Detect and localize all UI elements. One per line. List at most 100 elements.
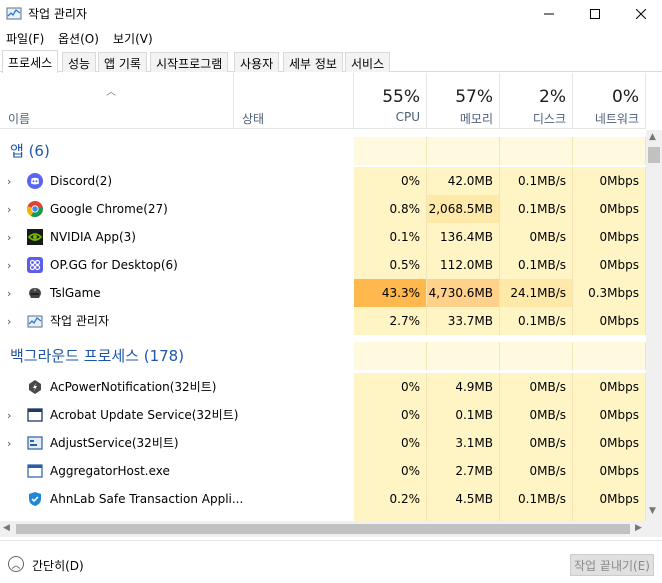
group-title: 앱 (6) (10, 142, 50, 160)
minimize-button[interactable] (526, 0, 572, 27)
disk-cell: 0MB/s (500, 373, 573, 401)
menu-options[interactable]: 옵션(O) (58, 30, 99, 47)
disk-cell (500, 513, 573, 521)
expand-chevron-icon[interactable]: › (7, 287, 11, 300)
table-row[interactable]: › NVIDIA App(3) 0.1% 136.4MB 0MB/s 0Mbps (0, 223, 646, 251)
menu-bar: 파일(F) 옵션(O) 보기(V) (0, 27, 662, 49)
maximize-icon (590, 8, 600, 19)
network-cell: 0Mbps (573, 401, 646, 429)
network-cell: 0Mbps (573, 429, 646, 457)
table-row[interactable]: › AdjustService(32비트) 0% 3.1MB 0MB/s 0Mb… (0, 429, 646, 457)
group-network-cell (573, 137, 646, 165)
title-bar: 작업 관리자 (0, 0, 662, 27)
cpu-label: CPU (395, 110, 420, 124)
tab-processes[interactable]: 프로세스 (2, 50, 59, 73)
opgg-icon (27, 257, 43, 273)
column-name-header[interactable]: ︿ 이름 (0, 73, 234, 129)
task-manager-icon (27, 315, 43, 328)
tab-services[interactable]: 서비스 (345, 52, 391, 72)
table-row[interactable]: › Discord(2) 0% 42.0MB 0.1MB/s 0Mbps (0, 167, 646, 195)
horizontal-scroll-thumb[interactable] (16, 524, 630, 534)
expand-chevron-icon[interactable]: › (7, 231, 11, 244)
disk-cell: 0MB/s (500, 401, 573, 429)
table-row-partial[interactable] (0, 513, 646, 521)
cpu-cell: 0% (354, 373, 427, 401)
tab-startup[interactable]: 시작프로그램 (150, 52, 229, 72)
expand-chevron-icon[interactable]: › (7, 175, 11, 188)
end-task-button[interactable]: 작업 끝내기(E) (570, 554, 654, 576)
tab-app-history[interactable]: 앱 기록 (98, 52, 147, 72)
table-row[interactable]: AggregatorHost.exe 0% 2.7MB 0MB/s 0Mbps (0, 457, 646, 485)
network-total-percent: 0% (612, 87, 639, 107)
adjust-service-icon (27, 436, 43, 450)
disk-cell: 0.1MB/s (500, 251, 573, 279)
column-disk-header[interactable]: 2% 디스크 (500, 73, 573, 129)
sort-ascending-icon: ︿ (106, 87, 116, 98)
disk-cell: 0.1MB/s (500, 307, 573, 335)
table-row[interactable]: AcPowerNotification(32비트) 0% 4.9MB 0MB/s… (0, 373, 646, 401)
expand-chevron-icon[interactable]: › (7, 437, 11, 450)
group-header-apps[interactable]: 앱 (6) (0, 137, 646, 165)
scroll-left-icon[interactable]: ◀ (3, 523, 10, 533)
table-row[interactable]: › TslGame 43.3% 4,730.6MB 24.1MB/s 0.3Mb… (0, 279, 646, 307)
cpu-cell (354, 513, 427, 521)
disk-cell: 0MB/s (500, 223, 573, 251)
acrobat-service-icon (27, 408, 43, 422)
table-row[interactable]: › Google Chrome(27) 0.8% 2,068.5MB 0.1MB… (0, 195, 646, 223)
menu-view[interactable]: 보기(V) (113, 30, 153, 47)
close-button[interactable] (618, 0, 662, 27)
task-manager-app-icon (6, 7, 22, 20)
cpu-cell: 0.8% (354, 195, 427, 223)
scroll-right-icon[interactable]: ▶ (635, 523, 642, 533)
maximize-button[interactable] (572, 0, 618, 27)
expand-chevron-icon[interactable]: › (7, 315, 11, 328)
group-header-background[interactable]: 백그라운드 프로세스 (178) (0, 342, 646, 370)
footer: ︿ 간단히(D) 작업 끝내기(E) (0, 540, 662, 583)
acpower-icon (29, 380, 41, 394)
table-row[interactable]: AhnLab Safe Transaction Appli... 0.2% 4.… (0, 485, 646, 513)
tab-details[interactable]: 세부 정보 (283, 52, 343, 72)
network-cell: 0Mbps (573, 251, 646, 279)
cpu-cell: 0.5% (354, 251, 427, 279)
network-cell (573, 513, 646, 521)
expand-chevron-icon[interactable]: › (7, 409, 11, 422)
process-name: TslGame (50, 286, 101, 300)
scroll-up-icon[interactable]: ▲ (649, 132, 656, 142)
table-row[interactable]: › OP.GG for Desktop(6) 0.5% 112.0MB 0.1M… (0, 251, 646, 279)
scroll-down-icon[interactable]: ▼ (649, 506, 656, 516)
column-name-label: 이름 (8, 112, 31, 126)
tab-performance[interactable]: 성능 (62, 52, 97, 72)
column-cpu-header[interactable]: 55% CPU (354, 73, 427, 129)
table-row[interactable]: › Acrobat Update Service(32비트) 0% 0.1MB … (0, 401, 646, 429)
chevron-up-icon[interactable]: ︿ (8, 556, 24, 572)
tab-users[interactable]: 사용자 (234, 52, 280, 72)
memory-cell: 3.1MB (427, 429, 500, 457)
cpu-cell: 43.3% (354, 279, 427, 307)
menu-file[interactable]: 파일(F) (6, 30, 44, 47)
disk-cell: 0.1MB/s (500, 485, 573, 513)
disk-total-percent: 2% (539, 87, 566, 107)
expand-chevron-icon[interactable]: › (7, 259, 11, 272)
memory-label: 메모리 (459, 112, 493, 126)
column-network-header[interactable]: 0% 네트워크 (573, 73, 646, 129)
table-row[interactable]: › 작업 관리자 2.7% 33.7MB 0.1MB/s 0Mbps (0, 307, 646, 335)
memory-cell: 4.5MB (427, 485, 500, 513)
column-memory-header[interactable]: 57% 메모리 (427, 73, 500, 129)
minimize-icon (544, 13, 554, 14)
aggregator-icon (27, 464, 43, 478)
cpu-cell: 0% (354, 429, 427, 457)
tab-strip: 프로세스 성능 앱 기록 시작프로그램 사용자 세부 정보 서비스 (0, 50, 662, 73)
network-cell: 0Mbps (573, 485, 646, 513)
expand-chevron-icon[interactable]: › (7, 203, 11, 216)
memory-cell: 136.4MB (427, 223, 500, 251)
memory-cell: 2.7MB (427, 457, 500, 485)
fewer-details-link[interactable]: 간단히(D) (32, 557, 84, 574)
column-header: ︿ 이름 상태 55% CPU 57% 메모리 2% 디스크 0% 네트워크 (0, 73, 646, 129)
vertical-scroll-thumb[interactable] (648, 147, 660, 163)
process-name: 작업 관리자 (50, 314, 110, 328)
disk-cell: 0MB/s (500, 457, 573, 485)
process-name: AdjustService(32비트) (50, 436, 179, 450)
network-cell: 0Mbps (573, 223, 646, 251)
vertical-scrollbar[interactable] (646, 130, 662, 521)
column-status-header[interactable]: 상태 (234, 73, 354, 129)
